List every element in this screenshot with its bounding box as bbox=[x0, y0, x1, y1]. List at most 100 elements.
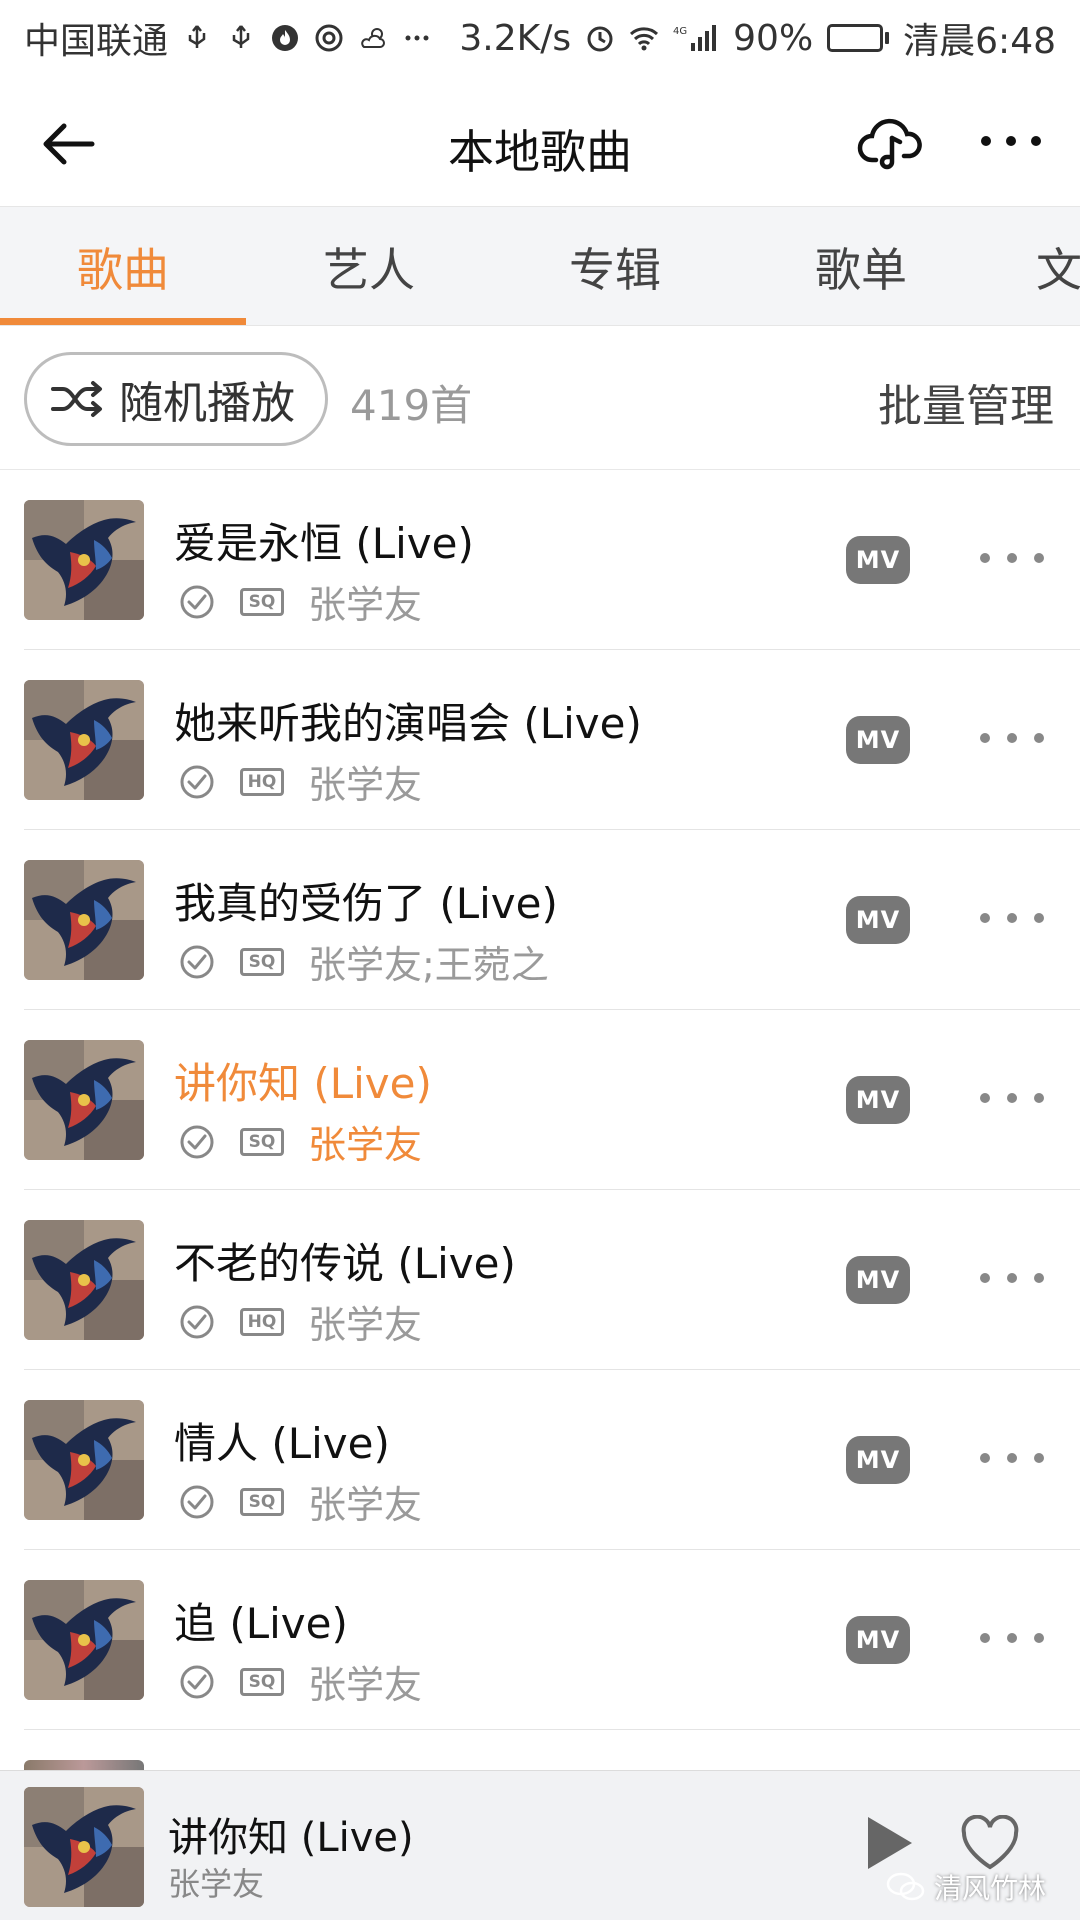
song-meta: SQ 张学友 bbox=[178, 1114, 422, 1169]
downloaded-check-icon bbox=[180, 1305, 214, 1338]
active-tab-indicator bbox=[0, 318, 246, 325]
quality-badge: SQ bbox=[240, 1667, 284, 1696]
downloaded-check-icon bbox=[180, 765, 214, 798]
now-playing-cover bbox=[24, 1787, 144, 1907]
album-cover bbox=[24, 860, 144, 980]
wechat-icon bbox=[886, 1872, 925, 1901]
tab-songs[interactable]: 歌曲 bbox=[0, 207, 246, 325]
more-options-button[interactable] bbox=[976, 126, 1046, 156]
row-divider bbox=[24, 1729, 1080, 1730]
wifi-icon bbox=[629, 23, 659, 53]
song-title: 不老的传说 (Live) bbox=[174, 1239, 516, 1288]
favorite-button[interactable] bbox=[960, 1814, 1020, 1871]
net-speed: 3.2K/s bbox=[459, 17, 572, 59]
song-artist: 张学友 bbox=[308, 583, 423, 627]
tab-albums[interactable]: 专辑 bbox=[492, 207, 738, 325]
album-art bbox=[24, 680, 144, 800]
wechat-watermark: 清风竹林 bbox=[886, 1867, 1046, 1907]
watermark-text: 清风竹林 bbox=[934, 1872, 1047, 1905]
song-row[interactable]: 情人 (Live) SQ 张学友 MV bbox=[0, 1370, 1080, 1550]
now-playing-artist: 张学友 bbox=[168, 1865, 265, 1903]
more-dots-icon bbox=[402, 23, 432, 53]
song-meta: SQ 张学友;王菀之 bbox=[178, 934, 549, 989]
mv-button[interactable]: MV bbox=[846, 1616, 910, 1664]
tab-playlists[interactable]: 歌单 bbox=[738, 207, 984, 325]
album-cover bbox=[24, 500, 144, 620]
song-row[interactable]: 不老的传说 (Live) HQ 张学友 MV bbox=[0, 1190, 1080, 1370]
song-meta: HQ 张学友 bbox=[178, 754, 422, 809]
song-row[interactable]: 爱是永恒 (Live) SQ 张学友 MV bbox=[0, 470, 1080, 650]
top-app-bar: 本地歌曲 bbox=[0, 76, 1080, 206]
album-art bbox=[24, 1400, 144, 1520]
song-meta: SQ 张学友 bbox=[178, 1654, 422, 1709]
song-artist: 张学友;王菀之 bbox=[308, 943, 549, 987]
song-more-button[interactable] bbox=[980, 1446, 1044, 1470]
alarm-icon bbox=[585, 23, 615, 53]
more-horizontal-icon bbox=[981, 136, 1041, 146]
quality-badge: SQ bbox=[240, 587, 284, 616]
carrier-name: 中国联通 bbox=[24, 21, 169, 62]
now-playing-title: 讲你知 (Live) bbox=[168, 1815, 414, 1861]
play-button[interactable] bbox=[864, 1813, 916, 1873]
album-art bbox=[24, 860, 144, 980]
mv-button[interactable]: MV bbox=[846, 536, 910, 584]
song-more-button[interactable] bbox=[980, 1086, 1044, 1110]
downloaded-check-icon bbox=[180, 1485, 214, 1518]
album-art bbox=[24, 1787, 144, 1907]
downloaded-check-icon bbox=[180, 945, 214, 978]
list-action-row: 随机播放 419首 批量管理 bbox=[0, 326, 1080, 470]
song-title: 爱是永恒 (Live) bbox=[174, 519, 474, 568]
mv-button[interactable]: MV bbox=[846, 1256, 910, 1304]
shuffle-icon bbox=[51, 381, 102, 417]
album-cover bbox=[24, 1580, 144, 1700]
song-row[interactable]: 讲你知 (Live) SQ 张学友 MV bbox=[0, 1010, 1080, 1190]
song-row[interactable]: 她来听我的演唱会 (Live) HQ 张学友 MV bbox=[0, 650, 1080, 830]
album-cover bbox=[24, 1400, 144, 1520]
album-art bbox=[24, 1040, 144, 1160]
song-artist: 张学友 bbox=[308, 1303, 423, 1347]
song-more-button[interactable] bbox=[980, 1626, 1044, 1650]
shuffle-play-label: 随机播放 bbox=[119, 378, 295, 429]
song-artist: 张学友 bbox=[308, 1663, 423, 1707]
song-title: 追 (Live) bbox=[174, 1599, 348, 1648]
mv-button[interactable]: MV bbox=[846, 896, 910, 944]
mv-button[interactable]: MV bbox=[846, 716, 910, 764]
song-row[interactable]: 追 (Live) SQ 张学友 MV bbox=[0, 1550, 1080, 1730]
quality-badge: SQ bbox=[240, 1127, 284, 1156]
song-more-button[interactable] bbox=[980, 726, 1044, 750]
song-title: 我真的受伤了 (Live) bbox=[174, 879, 558, 928]
album-cover bbox=[24, 1040, 144, 1160]
status-bar: 中国联通 3.2K/s 4G 90% 清晨6:48 bbox=[0, 0, 1080, 76]
song-more-button[interactable] bbox=[980, 1266, 1044, 1290]
cloud-music-button[interactable] bbox=[856, 108, 926, 178]
batch-manage-button[interactable]: 批量管理 bbox=[878, 370, 1054, 434]
downloaded-check-icon bbox=[180, 585, 214, 618]
song-meta: SQ 张学友 bbox=[178, 574, 422, 629]
quality-badge: HQ bbox=[240, 767, 284, 796]
song-row[interactable]: 我真的受伤了 (Live) SQ 张学友;王菀之 MV bbox=[0, 830, 1080, 1010]
song-title: 她来听我的演唱会 (Live) bbox=[174, 699, 642, 748]
cloud-music-icon bbox=[857, 118, 922, 170]
arrow-left-icon bbox=[43, 123, 95, 165]
tab-folders[interactable]: 文 bbox=[984, 207, 1080, 325]
swirl-app-icon bbox=[314, 23, 344, 53]
downloaded-check-icon bbox=[180, 1125, 214, 1158]
back-button[interactable] bbox=[36, 112, 100, 176]
mv-button[interactable]: MV bbox=[846, 1076, 910, 1124]
album-cover bbox=[24, 1220, 144, 1340]
usb-icon bbox=[226, 23, 256, 53]
mv-button[interactable]: MV bbox=[846, 1436, 910, 1484]
clock-time: 清晨6:48 bbox=[903, 21, 1056, 62]
song-meta: SQ 张学友 bbox=[178, 1474, 422, 1529]
tab-artists[interactable]: 艺人 bbox=[246, 207, 492, 325]
song-meta: HQ 张学友 bbox=[178, 1294, 422, 1349]
flame-app-icon bbox=[270, 23, 300, 53]
svg-text:4G: 4G bbox=[673, 26, 687, 37]
signal-icon: 4G bbox=[673, 23, 719, 53]
quality-badge: HQ bbox=[240, 1307, 284, 1336]
category-tabs: 歌曲 艺人 专辑 歌单 文 bbox=[0, 206, 1080, 326]
mini-player[interactable]: 讲你知 (Live) 张学友 清风竹林 bbox=[0, 1770, 1080, 1920]
song-more-button[interactable] bbox=[980, 546, 1044, 570]
song-more-button[interactable] bbox=[980, 906, 1044, 930]
shuffle-play-button[interactable]: 随机播放 bbox=[24, 352, 328, 446]
